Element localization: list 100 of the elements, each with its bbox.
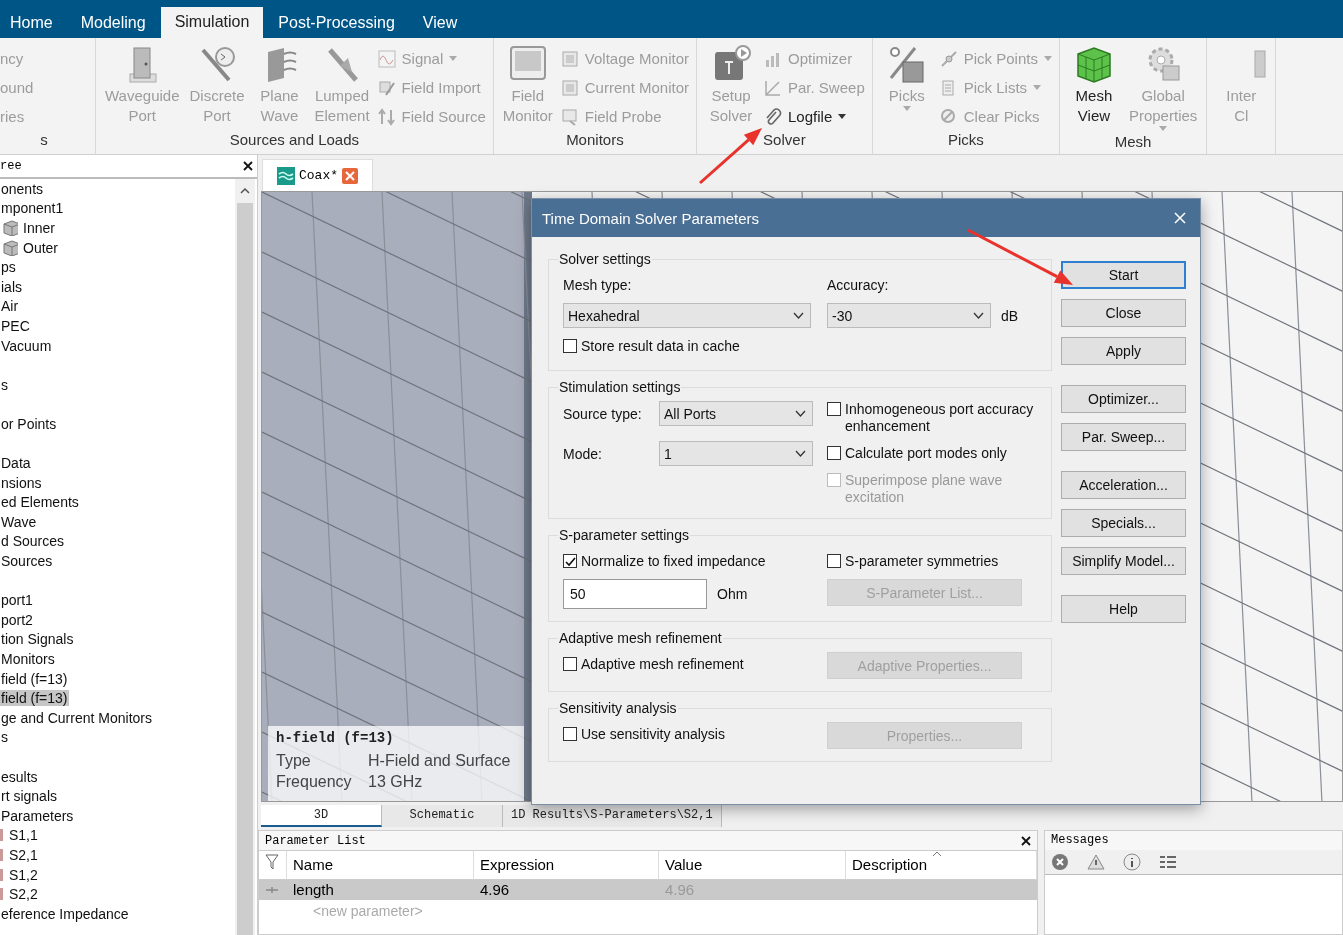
checkbox[interactable]: Store result data in cache bbox=[563, 337, 740, 355]
caret-icon bbox=[838, 114, 847, 119]
group-label: s bbox=[39, 130, 49, 150]
checkbox[interactable]: Calculate port modes only bbox=[827, 444, 1007, 462]
ribbon-tab[interactable]: View bbox=[409, 8, 471, 38]
error-icon[interactable] bbox=[1051, 853, 1069, 871]
button[interactable]: Simplify Model... bbox=[1061, 547, 1186, 575]
tree-item[interactable]: ials bbox=[0, 278, 23, 295]
button[interactable]: Specials... bbox=[1061, 509, 1186, 537]
dropdown[interactable]: 1 bbox=[659, 441, 813, 466]
button[interactable]: Close bbox=[1061, 299, 1186, 327]
tree-item[interactable]: ps bbox=[0, 259, 17, 276]
tree-item[interactable]: field (f=13) bbox=[0, 670, 69, 687]
button[interactable]: Apply bbox=[1061, 337, 1186, 365]
sheet-tab[interactable]: 1D Results\S-Parameters\S2,1 bbox=[503, 805, 722, 827]
group-label: Mesh bbox=[1113, 132, 1153, 152]
tree-item[interactable]: Outer bbox=[22, 239, 59, 256]
ribbon-tab[interactable]: Modeling bbox=[67, 8, 159, 38]
ribbon-button[interactable]: Mesh View bbox=[1066, 42, 1121, 131]
property-name: Type bbox=[276, 751, 312, 771]
checkbox[interactable]: S-parameter symmetries bbox=[827, 552, 999, 570]
tree-item[interactable]: Wave bbox=[0, 513, 38, 530]
dropdown[interactable]: All Ports bbox=[659, 401, 813, 426]
chevron-down-icon bbox=[973, 312, 984, 319]
tree-item[interactable]: onents bbox=[0, 180, 45, 197]
property-value: 13 GHz bbox=[368, 772, 424, 792]
tree-item[interactable]: Inner bbox=[22, 220, 56, 236]
checkbox[interactable]: Adaptive mesh refinement bbox=[563, 655, 744, 673]
result-icon bbox=[0, 866, 4, 883]
tree-item[interactable]: mponent1 bbox=[0, 200, 65, 217]
tree-item[interactable]: S1,1 bbox=[8, 827, 39, 844]
dropdown[interactable]: Hexahedral bbox=[563, 303, 811, 328]
monitor-icon bbox=[560, 78, 579, 97]
check-icon bbox=[564, 555, 576, 568]
document-tab[interactable]: Coax* bbox=[262, 159, 373, 191]
ribbon-tab[interactable]: Simulation bbox=[160, 7, 264, 38]
tree-item[interactable]: or Points bbox=[0, 415, 58, 432]
button[interactable]: Start bbox=[1061, 261, 1186, 289]
close-icon[interactable] bbox=[1021, 835, 1031, 846]
property-name: Frequency bbox=[276, 772, 353, 792]
caret-icon bbox=[902, 106, 911, 111]
clear-list-icon[interactable] bbox=[1159, 854, 1177, 870]
tree-item[interactable]: s bbox=[0, 376, 9, 393]
tree-item[interactable]: nsions bbox=[0, 474, 43, 491]
tree-item[interactable]: S2,2 bbox=[8, 886, 39, 903]
tree-item[interactable]: Sources bbox=[0, 553, 54, 570]
tree-item[interactable]: esults bbox=[0, 768, 39, 785]
tree-item[interactable]: S2,1 bbox=[8, 847, 39, 863]
group-label: Picks bbox=[946, 130, 985, 150]
field-label: Mesh type: bbox=[563, 277, 632, 293]
checkbox[interactable]: Normalize to fixed impedance bbox=[563, 552, 766, 570]
sort-icon bbox=[932, 851, 942, 857]
tree-item[interactable]: ed Elements bbox=[0, 494, 80, 511]
table-cell[interactable]: length bbox=[287, 880, 474, 900]
group-title: Sensitivity analysis bbox=[558, 700, 678, 716]
tree-item[interactable]: port2 bbox=[0, 611, 34, 628]
caret-icon bbox=[449, 56, 458, 61]
clear-icon bbox=[939, 107, 958, 126]
checkbox[interactable]: Inhomogeneous port accuracy enhancement bbox=[827, 401, 1037, 435]
button[interactable]: Acceleration... bbox=[1061, 471, 1186, 499]
tree-item[interactable]: port1 bbox=[0, 592, 34, 609]
tree-item[interactable]: PEC bbox=[0, 317, 31, 334]
dropdown[interactable]: -30 bbox=[827, 303, 991, 328]
tree-item[interactable]: d Sources bbox=[0, 533, 66, 550]
tree-item[interactable]: field (f=13) bbox=[0, 690, 69, 707]
probe-icon bbox=[560, 107, 579, 126]
caret-icon bbox=[1043, 56, 1052, 61]
field-label: Mode: bbox=[563, 445, 603, 462]
input-field[interactable]: 50 bbox=[563, 579, 707, 609]
button[interactable]: Par. Sweep... bbox=[1061, 423, 1186, 451]
view-title: h-field (f=13) bbox=[276, 730, 395, 748]
info-icon[interactable] bbox=[1123, 853, 1141, 871]
button[interactable]: Help bbox=[1061, 595, 1186, 623]
tree-item[interactable]: rt signals bbox=[0, 788, 59, 805]
sheet-tab[interactable]: Schematic bbox=[382, 805, 503, 827]
ribbon-button[interactable]: Logfile bbox=[764, 104, 865, 129]
tree-item[interactable]: Air bbox=[0, 298, 20, 315]
tree-item[interactable]: tion Signals bbox=[0, 631, 75, 648]
warning-icon[interactable] bbox=[1087, 853, 1105, 871]
checkbox[interactable]: Use sensitivity analysis bbox=[563, 725, 725, 743]
button[interactable]: Optimizer... bbox=[1061, 385, 1186, 413]
waves-icon bbox=[277, 166, 295, 185]
annotation-arrow bbox=[699, 128, 762, 185]
tree-item[interactable]: Monitors bbox=[0, 651, 56, 668]
tree-item[interactable]: Parameters bbox=[0, 807, 75, 824]
ribbon-tab[interactable]: Post-Processing bbox=[265, 8, 408, 38]
sheet-tab[interactable]: 3D bbox=[261, 805, 382, 827]
tree-item[interactable]: eference Impedance bbox=[0, 905, 130, 922]
scrollbar[interactable] bbox=[235, 179, 255, 935]
close-icon[interactable] bbox=[243, 161, 253, 171]
group-label: Monitors bbox=[565, 130, 625, 150]
tree-item[interactable]: s bbox=[0, 729, 9, 746]
sweep-icon bbox=[764, 78, 782, 97]
pick-point-icon bbox=[939, 49, 958, 68]
tree-item[interactable]: S1,2 bbox=[8, 866, 39, 883]
tree-item[interactable]: ge and Current Monitors bbox=[0, 709, 153, 726]
tree-item[interactable]: Vacuum bbox=[0, 337, 53, 354]
arrows-icon bbox=[377, 107, 396, 126]
tree-item[interactable]: Data bbox=[0, 455, 32, 472]
ribbon-tab[interactable]: Home bbox=[0, 8, 66, 38]
